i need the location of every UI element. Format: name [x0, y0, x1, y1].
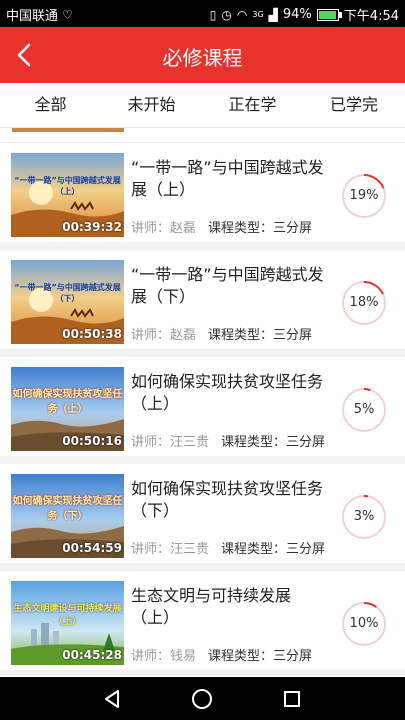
app-header: 必修课程	[0, 27, 405, 83]
course-list[interactable]: “一带一路”与中国跨越式发展（上） 00:39:32 “一带一路”与中国跨越式发…	[0, 128, 405, 676]
battery-icon	[316, 8, 342, 21]
wifi-icon: ◠	[236, 7, 248, 22]
course-item[interactable]: “一带一路”与中国跨越式发展（下） 00:50:38 “一带一路”与中国跨越式发…	[0, 250, 405, 349]
square-recents-icon	[284, 691, 300, 707]
progress-ring: 5%	[341, 387, 387, 433]
course-meta: 讲师：钱易 课程类型：三分屏	[131, 645, 312, 664]
progress-ring: 10%	[341, 601, 387, 647]
teacher-label: 讲师：汪三贵	[131, 542, 210, 557]
progress-percent: 19%	[349, 188, 379, 203]
carrier-name: 中国联通	[6, 9, 59, 24]
status-bar: 中国联通 ♡ ▯ ◷ ◠ 3G ▟ 94% 下午4:54	[0, 0, 405, 27]
course-title[interactable]: 生态文明与可持续发展（上）	[131, 585, 331, 629]
heart-signal-icon: ♡	[62, 7, 73, 22]
tab-label: 全部	[34, 95, 67, 114]
tab-label: 正在学	[228, 95, 277, 114]
tab-not-started[interactable]: 未开始	[101, 83, 202, 127]
clock: 下午4:54	[343, 9, 399, 24]
course-meta: 讲师：赵磊 课程类型：三分屏	[131, 217, 312, 236]
progress-percent: 18%	[349, 295, 379, 310]
course-tabs: 全部 未开始 正在学 已学完	[0, 83, 405, 128]
course-item[interactable]: 如何确保实现扶贫攻坚任务（下） 00:54:59 如何确保实现扶贫攻坚任务（下）…	[0, 464, 405, 563]
course-type-label: 课程类型：三分屏	[221, 435, 326, 450]
tab-label: 已学完	[329, 95, 378, 114]
thumbnail-title: “一带一路”与中国跨越式发展（下）	[14, 283, 121, 303]
course-type-label: 课程类型：三分屏	[208, 221, 313, 236]
triangle-back-icon	[105, 690, 119, 708]
teacher-label: 讲师：赵磊	[131, 221, 197, 236]
course-title[interactable]: “一带一路”与中国跨越式发展（下）	[131, 264, 331, 308]
battery-percent: 94%	[282, 7, 312, 22]
tab-all[interactable]: 全部	[0, 83, 101, 127]
progress-percent: 3%	[353, 509, 375, 524]
alarm-icon: ◷	[221, 7, 232, 22]
course-thumbnail[interactable]: 生态文明建设与可持续发展（上） 00:45:28	[11, 581, 124, 665]
progress-ring: 18%	[341, 280, 387, 326]
course-type-label: 课程类型：三分屏	[221, 542, 326, 557]
video-duration: 00:54:59	[62, 541, 122, 555]
course-item[interactable]: 生态文明建设与可持续发展（上） 00:45:28 生态文明与可持续发展（上） 讲…	[0, 571, 405, 670]
progress-ring: 3%	[341, 494, 387, 540]
course-type-label: 课程类型：三分屏	[208, 649, 313, 664]
thumbnail-title: “一带一路”与中国跨越式发展（上）	[14, 176, 121, 196]
tab-label: 未开始	[127, 95, 176, 114]
nav-back-button[interactable]	[98, 685, 126, 713]
video-duration: 00:50:16	[62, 434, 122, 448]
course-meta: 讲师：汪三贵 课程类型：三分屏	[131, 431, 325, 450]
thumbnail-title: 生态文明建设与可持续发展（上）	[13, 604, 122, 627]
course-thumbnail[interactable]: 如何确保实现扶贫攻坚任务（上） 00:50:16	[11, 367, 124, 451]
video-duration: 00:45:28	[62, 648, 122, 662]
course-item[interactable]: “一带一路”与中国跨越式发展（上） 00:39:32 “一带一路”与中国跨越式发…	[0, 143, 405, 242]
nav-home-button[interactable]	[188, 685, 216, 713]
progress-ring: 19%	[341, 173, 387, 219]
teacher-label: 讲师：钱易	[131, 649, 197, 664]
course-meta: 讲师：赵磊 课程类型：三分屏	[131, 324, 312, 343]
network-type: 3G	[252, 9, 264, 19]
video-duration: 00:39:32	[62, 220, 122, 234]
tab-completed[interactable]: 已学完	[303, 83, 405, 127]
thumbnail-title: 如何确保实现扶贫攻坚任务（下）	[12, 496, 123, 522]
course-thumbnail[interactable]: 如何确保实现扶贫攻坚任务（下） 00:54:59	[11, 474, 124, 558]
course-item[interactable]: 如何确保实现扶贫攻坚任务（上） 00:50:16 如何确保实现扶贫攻坚任务（上）…	[0, 357, 405, 456]
course-title[interactable]: 如何确保实现扶贫攻坚任务（上）	[131, 371, 331, 415]
teacher-label: 讲师：汪三贵	[131, 435, 210, 450]
system-nav-bar	[0, 677, 405, 720]
course-type-label: 课程类型：三分屏	[208, 328, 313, 343]
progress-percent: 10%	[349, 616, 379, 631]
vibrate-icon: ▯	[209, 7, 217, 22]
previous-item-peek	[0, 128, 405, 143]
signal-icon: ▟	[268, 7, 278, 22]
video-duration: 00:50:38	[62, 327, 122, 341]
course-thumbnail[interactable]: “一带一路”与中国跨越式发展（上） 00:39:32	[11, 153, 124, 237]
circle-home-icon	[192, 689, 212, 709]
course-title[interactable]: 如何确保实现扶贫攻坚任务（下）	[131, 478, 331, 522]
course-meta: 讲师：汪三贵 课程类型：三分屏	[131, 538, 325, 557]
thumbnail-title: 如何确保实现扶贫攻坚任务（上）	[12, 389, 123, 415]
page-title: 必修课程	[162, 46, 243, 70]
course-thumbnail[interactable]: “一带一路”与中国跨越式发展（下） 00:50:38	[11, 260, 124, 344]
tab-in-progress[interactable]: 正在学	[202, 83, 303, 127]
teacher-label: 讲师：赵磊	[131, 328, 197, 343]
course-title[interactable]: “一带一路”与中国跨越式发展（上）	[131, 157, 331, 201]
progress-percent: 5%	[353, 402, 375, 417]
nav-recents-button[interactable]	[278, 685, 306, 713]
